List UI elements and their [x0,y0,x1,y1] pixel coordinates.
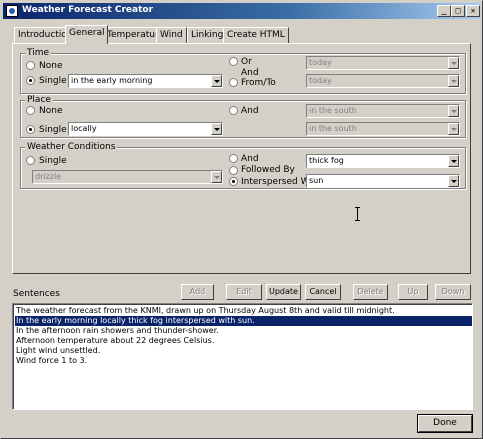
place-none-label: None [39,106,63,116]
conditions-followed-radio[interactable] [229,166,238,175]
app-icon [6,5,18,17]
add-button[interactable]: Add [181,284,214,300]
list-item[interactable]: Light wind unsettled. [15,346,472,356]
general-tab-panel: Time None Single in the early morning Or… [12,43,471,274]
time-or-value: today [309,58,332,67]
place-single-label: Single [39,125,67,135]
conditions-single-label: Single [39,156,67,166]
conditions-single-select[interactable]: drizzle [32,170,223,184]
place-group: Place None Single locally And in the sou… [20,95,466,138]
place-single-radio[interactable] [26,125,35,134]
text-cursor-icon [355,207,360,221]
chevron-down-icon[interactable] [448,175,459,187]
chevron-down-icon[interactable] [448,105,459,117]
close-button[interactable]: ✕ [466,5,480,17]
chevron-down-icon[interactable] [211,123,222,135]
chevron-down-icon[interactable] [211,171,222,183]
edit-button[interactable]: Edit [226,284,262,300]
time-and-label: And [241,68,259,78]
chevron-down-icon[interactable] [448,155,459,167]
sentences-label: Sentences [13,289,60,299]
update-button[interactable]: Update [266,284,301,300]
weather-conditions-label: Weather Conditions [25,142,118,152]
place-single-select[interactable]: locally [68,122,223,136]
conditions-followed-label: Followed By [241,165,295,175]
tab-linking[interactable]: Linking [187,27,228,43]
chevron-down-icon[interactable] [448,57,459,69]
title-bar[interactable]: Weather Forecast Creator _ □ ✕ [3,3,480,19]
time-single-value: in the early morning [71,76,153,85]
list-item[interactable]: The weather forecast from the KNMI, draw… [15,306,472,316]
tab-wind[interactable]: Wind [156,27,187,43]
time-group: Time None Single in the early morning Or… [20,48,466,94]
time-single-radio[interactable] [26,76,35,85]
tab-create-html[interactable]: Create HTML [223,27,289,43]
cancel-button[interactable]: Cancel [305,284,341,300]
conditions-interspersed-select[interactable]: sun [306,174,460,188]
tab-general[interactable]: General [65,25,109,44]
time-group-label: Time [25,48,52,58]
conditions-and-label: And [241,154,259,164]
time-none-label: None [39,61,63,71]
time-fromto-select[interactable]: today [306,74,460,88]
time-or-radio[interactable] [229,57,238,66]
place-and-select-1[interactable]: in the south [306,104,460,118]
time-or-select[interactable]: today [306,56,460,70]
place-and-label: And [241,106,259,116]
time-fromto-radio[interactable] [229,78,238,87]
place-single-value: locally [71,124,97,133]
chevron-down-icon[interactable] [211,75,222,87]
time-none-radio[interactable] [26,61,35,70]
conditions-and-radio[interactable] [229,154,238,163]
chevron-down-icon[interactable] [448,75,459,87]
app-window: Weather Forecast Creator _ □ ✕ Introduct… [0,0,483,439]
list-item[interactable]: In the afternoon rain showers and thunde… [15,326,472,336]
minimize-button[interactable]: _ [437,5,451,17]
time-fromto-label: From/To [241,78,276,88]
conditions-single-radio[interactable] [26,156,35,165]
time-fromto-value: today [309,76,332,85]
place-group-label: Place [25,95,53,105]
list-item[interactable]: Wind force 1 to 3. [15,356,472,366]
list-item[interactable]: Afternoon temperature about 22 degrees C… [15,336,472,346]
down-button[interactable]: Down [435,284,471,300]
place-and-value-2: in the south [309,124,357,133]
conditions-and-select[interactable]: thick fog [306,154,460,168]
maximize-button[interactable]: □ [451,5,465,17]
place-none-radio[interactable] [26,106,35,115]
place-and-select-2[interactable]: in the south [306,122,460,136]
time-single-label: Single [39,76,67,86]
chevron-down-icon[interactable] [448,123,459,135]
conditions-and-value: thick fog [309,156,344,165]
list-item-selected[interactable]: In the early morning locally thick fog i… [15,316,472,326]
done-button[interactable]: Done [417,414,473,433]
conditions-single-value: drizzle [35,172,62,181]
up-button[interactable]: Up [398,284,428,300]
place-and-value-1: in the south [309,106,357,115]
sentences-list[interactable]: The weather forecast from the KNMI, draw… [12,303,473,410]
delete-button[interactable]: Delete [353,284,388,300]
weather-conditions-group: Weather Conditions Single drizzle And Fo… [20,142,466,189]
conditions-interspersed-radio[interactable] [229,177,238,186]
place-and-radio[interactable] [229,106,238,115]
time-single-select[interactable]: in the early morning [68,74,223,88]
window-title: Weather Forecast Creator [22,5,154,15]
conditions-interspersed-value: sun [309,176,324,185]
time-or-label: Or [241,57,252,67]
